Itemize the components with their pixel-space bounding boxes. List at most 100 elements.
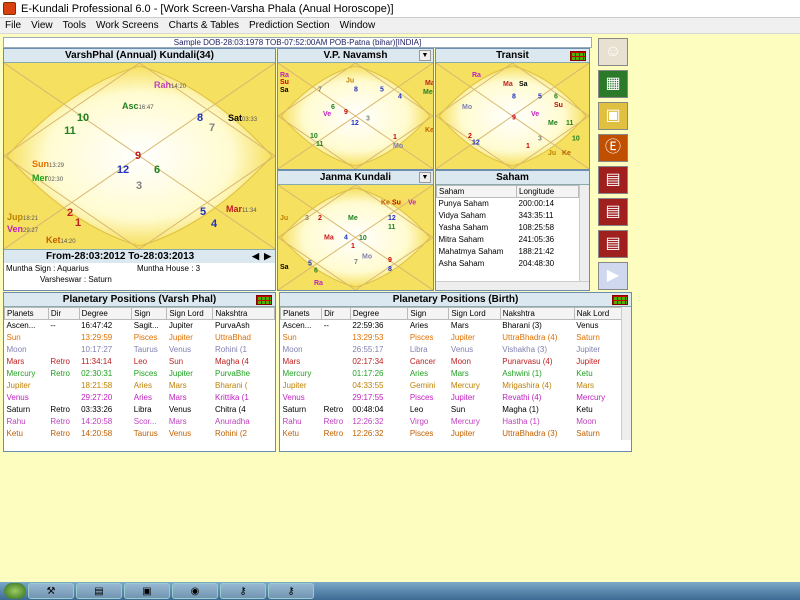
cell — [48, 332, 79, 344]
col-header[interactable]: Degree — [349, 307, 409, 320]
saham-panel: Saham Saham Longitude Punya Saham 200:00:1… — [435, 170, 590, 291]
saham-scrollbar[interactable] — [579, 185, 589, 281]
planet-row[interactable]: Ketu Retro 14:20:58 Taurus Venus Rohini (2 — [5, 428, 275, 440]
cell: Libra — [409, 345, 428, 354]
planet-row[interactable]: Mars 02:17:34 Cancer Moon Punarvasu (4) Jupit… — [281, 356, 622, 368]
house-number: 1 — [75, 217, 81, 229]
planet-row[interactable]: Mars Retro 11:34:14 Leo Sun Magha (4 — [5, 356, 275, 368]
planet-row[interactable]: Venus 29:27:20 Aries Mars Krittika (1 — [5, 392, 275, 404]
chart-table-2-icon[interactable]: ▤ — [598, 198, 628, 226]
col-header[interactable]: Sign Lord — [166, 307, 214, 320]
planet-row[interactable]: Ascen... -- 22:59:36 Aries Mars Bharani (3) Ve… — [281, 320, 622, 332]
grid-icon[interactable] — [570, 51, 586, 61]
transit-chart[interactable]: RaMa SaSuMeVeJu KeMo1295 631211810 — [436, 63, 589, 169]
planet-row[interactable]: Ketu Retro 12:26:32 Pisces Jupiter UttraBhadr… — [281, 428, 622, 440]
col-header[interactable]: Nakshtra — [499, 307, 575, 320]
chart-label: 8 — [512, 93, 516, 100]
sample-info-line: Sample DOB-28:03:1978 TOB-07:52:00AM POB… — [3, 37, 592, 48]
saham-longitude: 200:00:14 — [518, 199, 555, 209]
menu-file[interactable]: File — [0, 20, 26, 31]
cell: 14:20:58 — [81, 417, 113, 426]
saham-row[interactable]: Punya Saham 200:00:14 — [437, 198, 579, 210]
saham-row[interactable]: Asha Saham 204:48:30 — [437, 258, 579, 270]
planet-row[interactable]: Saturn Retro 03:33:26 Libra Venus Chitra (4 — [5, 404, 275, 416]
planet-row[interactable]: Sun 13:29:59 Pisces Jupiter UttraBhad — [5, 332, 275, 344]
planet-row[interactable]: Rahu Retro 12:26:32 Virgo Mercury Hastha (1) M… — [281, 416, 622, 428]
planet-row[interactable]: Mercury Retro 02:30:31 Pisces Jupiter PurvaBh… — [5, 368, 275, 380]
saham-row[interactable]: Vidya Saham 343:35:11 — [437, 210, 579, 222]
cell: -- — [323, 321, 329, 331]
saham-row[interactable]: Mitra Saham 241:05:36 — [437, 234, 579, 246]
planet-row[interactable]: Moon 26:55:17 Libra Venus Vishakha (3) Jupite… — [281, 344, 622, 356]
planet-row[interactable]: Ascen... -- 16:47:42 Sagit... Jupiter PurvaAs… — [5, 320, 275, 332]
menu-view[interactable]: View — [26, 20, 58, 31]
saham-hscroll[interactable] — [436, 281, 589, 290]
app-task-icon[interactable]: ◉ — [172, 583, 218, 599]
house-number: 11 — [64, 125, 76, 137]
planet-row[interactable]: Venus 29:17:55 Pisces Jupiter Revathi (4) Mer… — [281, 392, 622, 404]
janma-dropdown[interactable]: ▼ — [419, 172, 431, 183]
col-header[interactable]: Dir — [47, 307, 80, 320]
planet-row[interactable]: Jupiter 18:21:58 Aries Mars Bharani ( — [5, 380, 275, 392]
cell — [48, 344, 79, 356]
calendar-grid-icon[interactable]: ▦ — [598, 70, 628, 98]
cell: Pisces — [409, 333, 434, 342]
col-header[interactable]: Nak Lord — [573, 307, 623, 320]
folder-task-icon[interactable]: ▤ — [76, 583, 122, 599]
muntha-sign: Muntha Sign : Aquarius — [6, 264, 89, 273]
saham-row[interactable]: Mahatmya Saham 188:21:42 — [437, 246, 579, 258]
next-year-button[interactable]: ▶ — [264, 250, 271, 263]
menu-charts-tables[interactable]: Charts & Tables — [164, 20, 244, 31]
video-icon[interactable]: ▶ — [598, 262, 628, 290]
planet-row[interactable]: Jupiter 04:33:55 Gemini Mercury Mrigashira (… — [281, 380, 622, 392]
kundali-task-icon[interactable]: ▣ — [124, 583, 170, 599]
cell: Moon — [6, 345, 27, 354]
navamsh-chart[interactable]: RaSuSa Ju Ve Ma Me Ke Mo 912 3 1011 4 8 5 7 1 6 — [278, 63, 433, 169]
varshphal-kundali-chart[interactable]: 98712 6354211110Rah14:20Asc16:47Sat03:33S… — [4, 63, 275, 249]
col-header[interactable]: Planets — [280, 307, 323, 320]
key2-task-icon[interactable]: ⚷ — [268, 583, 314, 599]
saham-col[interactable]: Saham — [436, 185, 517, 198]
cell: Pisces — [409, 429, 434, 438]
start-button[interactable] — [4, 583, 26, 599]
e-coin-icon[interactable]: Ⓔ — [598, 134, 628, 162]
col-header[interactable]: Sign — [131, 307, 168, 320]
longitude-col[interactable]: Longitude — [516, 185, 579, 198]
planet-row[interactable]: Sun 13:29:53 Pisces Jupiter UttraBhadra (4) S… — [281, 332, 622, 344]
grid-icon[interactable] — [256, 295, 272, 305]
col-header[interactable]: Dir — [321, 307, 351, 320]
chart-label: Ra — [472, 72, 481, 79]
menu-tools[interactable]: Tools — [58, 20, 91, 31]
chart-table-icon[interactable]: ▤ — [598, 166, 628, 194]
menu-window[interactable]: Window — [335, 20, 381, 31]
col-header[interactable]: Sign — [407, 307, 450, 320]
planet-row[interactable]: Moon 10:17:27 Taurus Venus Rohini (1 — [5, 344, 275, 356]
saham-row[interactable]: Yasha Saham 108:25:58 — [437, 222, 579, 234]
key-task-icon[interactable]: ⚷ — [220, 583, 266, 599]
app-icon — [3, 2, 16, 15]
cell: 12:26:32 — [352, 429, 384, 438]
menu-prediction[interactable]: Prediction Section — [244, 20, 335, 31]
menu-work-screens[interactable]: Work Screens — [91, 20, 164, 31]
navamsh-dropdown[interactable]: ▼ — [419, 50, 431, 61]
planet-row[interactable]: Mercury 01:17:26 Aries Mars Ashwini (1) Ketu — [281, 368, 622, 380]
col-header[interactable]: Sign Lord — [448, 307, 501, 320]
janma-chart[interactable]: JuMaMeMoKe Su VeSaRa121110412356789 — [278, 185, 433, 290]
pp-birth-scrollbar[interactable] — [621, 307, 631, 440]
cell: Aries — [409, 369, 429, 378]
cell: Saturn — [282, 405, 307, 414]
chart-label: Ve — [323, 111, 331, 118]
book-icon[interactable]: ▣ — [598, 102, 628, 130]
col-header[interactable]: Degree — [78, 307, 133, 320]
col-header[interactable]: Nakshtra — [212, 307, 275, 320]
col-header[interactable]: Planets — [4, 307, 49, 320]
chart-table-3-icon[interactable]: ▤ — [598, 230, 628, 258]
grid-icon[interactable] — [612, 295, 628, 305]
kundali-person-icon[interactable]: ☺ — [598, 38, 628, 66]
prev-year-button[interactable]: ◀ — [252, 250, 259, 263]
planet-row[interactable]: Saturn Retro 00:48:04 Leo Sun Magha (1) Ketu — [281, 404, 622, 416]
cell: Punarvasu (4) — [502, 357, 553, 366]
planet-row[interactable]: Rahu Retro 14:20:58 Scor... Mars Anuradha — [5, 416, 275, 428]
cell: Retro — [50, 357, 70, 366]
tools-task-icon[interactable]: ⚒ — [28, 583, 74, 599]
